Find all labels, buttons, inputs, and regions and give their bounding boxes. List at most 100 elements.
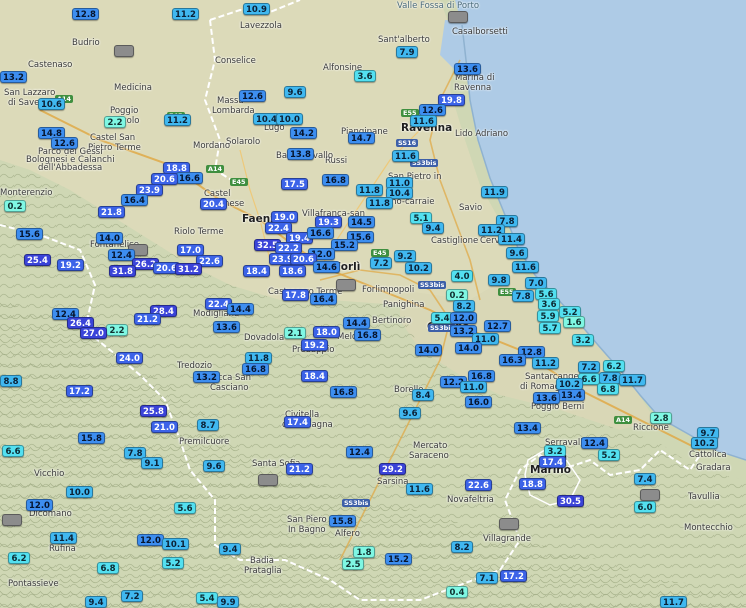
station-marker[interactable]: 14.4	[227, 303, 254, 315]
station-marker[interactable]: 3.6	[354, 70, 376, 82]
station-marker[interactable]: 12.6	[239, 90, 266, 102]
station-marker[interactable]: 18.6	[279, 265, 306, 277]
station-marker[interactable]: 27.0	[80, 327, 107, 339]
station-marker[interactable]: 16.4	[121, 194, 148, 206]
station-marker[interactable]: 9.4	[422, 222, 444, 234]
station-marker[interactable]: 15.2	[385, 553, 412, 565]
station-marker[interactable]: 8.7	[197, 419, 219, 431]
station-marker[interactable]: 15.2	[331, 239, 358, 251]
station-marker[interactable]: 2.1	[284, 327, 306, 339]
station-marker[interactable]: 9.6	[203, 460, 225, 472]
station-marker[interactable]: 7.2	[370, 257, 392, 269]
station-marker[interactable]: 16.6	[176, 172, 203, 184]
station-marker[interactable]: 9.6	[399, 407, 421, 419]
station-marker[interactable]: 1.6	[563, 316, 585, 328]
station-marker[interactable]: 7.2	[578, 361, 600, 373]
station-marker[interactable]: 7.2	[121, 590, 143, 602]
station-marker[interactable]: 17.2	[500, 570, 527, 582]
station-marker[interactable]: 10.0	[66, 486, 93, 498]
station-marker[interactable]: 11.8	[356, 184, 383, 196]
station-marker[interactable]: 16.6	[307, 227, 334, 239]
station-marker[interactable]: 12.6	[51, 137, 78, 149]
station-marker[interactable]: 14.0	[96, 232, 123, 244]
station-marker[interactable]: 18.8	[519, 478, 546, 490]
station-marker[interactable]: 13.8	[287, 148, 314, 160]
station-marker[interactable]: 13.2	[0, 71, 27, 83]
station-marker[interactable]: 17.4	[539, 456, 566, 468]
station-marker[interactable]: 11.2	[532, 357, 559, 369]
station-marker[interactable]: 8.8	[0, 375, 22, 387]
station-marker[interactable]: 15.8	[329, 515, 356, 527]
station-marker[interactable]: 16.3	[499, 354, 526, 366]
station-marker[interactable]: 25.8	[140, 405, 167, 417]
station-marker[interactable]: 13.4	[558, 389, 585, 401]
station-marker[interactable]: 16.4	[310, 293, 337, 305]
station-marker[interactable]: 21.2	[286, 463, 313, 475]
station-marker[interactable]: 25.4	[24, 254, 51, 266]
station-marker[interactable]: 9.6	[284, 86, 306, 98]
station-marker[interactable]: 3.6	[538, 298, 560, 310]
station-marker[interactable]: 12.0	[26, 499, 53, 511]
station-marker[interactable]: 13.6	[213, 321, 240, 333]
station-marker[interactable]: 5.4	[196, 592, 218, 604]
station-marker-no-data[interactable]	[336, 279, 356, 291]
station-marker[interactable]: 17.2	[66, 385, 93, 397]
station-marker[interactable]: 2.2	[106, 324, 128, 336]
station-marker[interactable]: 8.2	[453, 300, 475, 312]
station-marker[interactable]: 9.6	[506, 247, 528, 259]
station-marker[interactable]: 6.2	[8, 552, 30, 564]
station-marker[interactable]: 11.8	[366, 197, 393, 209]
station-marker[interactable]: 11.2	[172, 8, 199, 20]
station-marker[interactable]: 11.6	[512, 261, 539, 273]
station-marker[interactable]: 16.8	[322, 174, 349, 186]
station-marker[interactable]: 2.8	[650, 412, 672, 424]
station-marker[interactable]: 18.0	[313, 326, 340, 338]
station-marker[interactable]: 14.5	[348, 216, 375, 228]
station-marker[interactable]: 11.6	[410, 115, 437, 127]
station-marker[interactable]: 10.2	[691, 437, 718, 449]
station-marker[interactable]: 10.2	[405, 262, 432, 274]
station-marker[interactable]: 5.2	[598, 449, 620, 461]
station-marker[interactable]: 9.8	[488, 274, 510, 286]
station-marker[interactable]: 13.2	[193, 371, 220, 383]
station-marker[interactable]: 11.6	[406, 483, 433, 495]
station-marker[interactable]: 21.8	[98, 206, 125, 218]
station-marker[interactable]: 6.6	[2, 445, 24, 457]
station-marker[interactable]: 31.2	[175, 263, 202, 275]
station-marker[interactable]: 17.8	[282, 289, 309, 301]
station-marker[interactable]: 6.8	[97, 562, 119, 574]
station-marker[interactable]: 9.1	[141, 457, 163, 469]
station-marker[interactable]: 11.6	[392, 150, 419, 162]
station-marker[interactable]: 19.2	[57, 259, 84, 271]
station-marker[interactable]: 29.2	[379, 463, 406, 475]
station-marker[interactable]: 14.0	[415, 344, 442, 356]
station-marker[interactable]: 21.2	[134, 313, 161, 325]
station-marker[interactable]: 13.6	[454, 63, 481, 75]
station-marker[interactable]: 7.9	[396, 46, 418, 58]
station-marker[interactable]: 31.8	[109, 265, 136, 277]
station-marker[interactable]: 12.4	[108, 249, 135, 261]
station-marker[interactable]: 12.0	[450, 312, 477, 324]
station-marker[interactable]: 0.4	[446, 586, 468, 598]
station-marker[interactable]: 18.4	[301, 370, 328, 382]
station-marker[interactable]: 6.0	[634, 501, 656, 513]
station-marker[interactable]: 22.6	[465, 479, 492, 491]
station-marker[interactable]: 11.7	[660, 596, 687, 608]
station-marker-no-data[interactable]	[448, 11, 468, 23]
station-marker[interactable]: 5.6	[174, 502, 196, 514]
station-marker[interactable]: 6.8	[597, 383, 619, 395]
station-marker[interactable]: 18.4	[243, 265, 270, 277]
station-marker[interactable]: 21.0	[151, 421, 178, 433]
station-marker[interactable]: 9.4	[219, 543, 241, 555]
station-marker[interactable]: 15.8	[78, 432, 105, 444]
station-marker[interactable]: 10.0	[276, 113, 303, 125]
station-marker[interactable]: 14.0	[455, 342, 482, 354]
station-marker[interactable]: 11.7	[619, 374, 646, 386]
station-marker[interactable]: 7.1	[476, 572, 498, 584]
station-marker[interactable]: 19.2	[301, 339, 328, 351]
station-marker-no-data[interactable]	[114, 45, 134, 57]
station-marker[interactable]: 7.4	[634, 473, 656, 485]
station-marker[interactable]: 12.4	[581, 437, 608, 449]
station-marker[interactable]: 12.7	[484, 320, 511, 332]
station-marker[interactable]: 20.4	[200, 198, 227, 210]
